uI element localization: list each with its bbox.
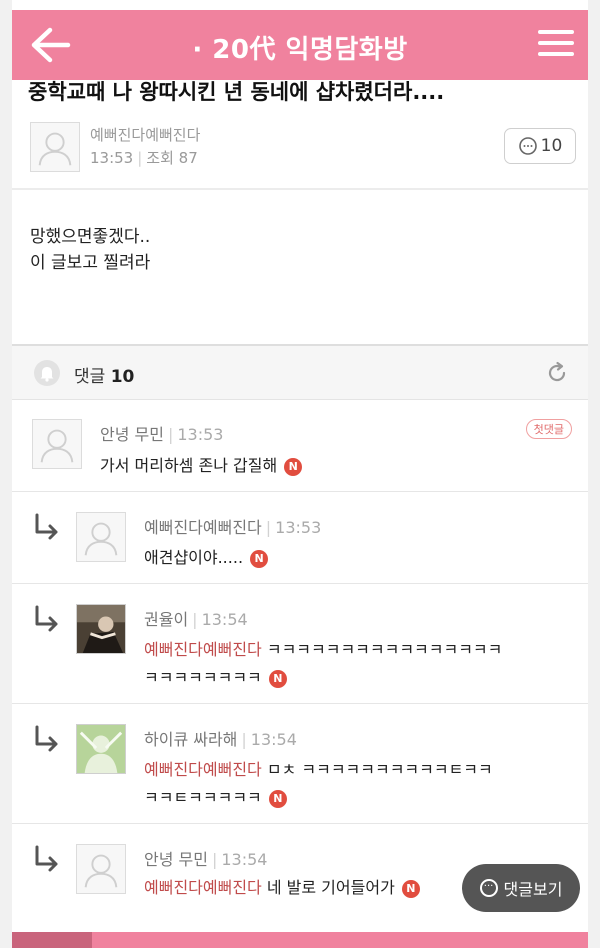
comment-body: ㅋㅋㅌㅋㅋㅋㅋㅋ <box>144 788 262 807</box>
comment-bubble-icon <box>518 137 537 155</box>
view-comments-button[interactable]: ··· 댓글보기 <box>462 864 580 912</box>
app-screen: · 20代 익명담화방 중학교때 나 왕따시킨 년 동네에 샵차렸더라.... … <box>12 0 588 948</box>
commenter-name[interactable]: 권율이 <box>144 610 188 629</box>
post-time: 13:53 <box>90 149 134 167</box>
reply-item: 예뻐진다예뻐진다 | 13:53 애견샵이야..... N <box>12 491 588 584</box>
new-badge: N <box>250 549 269 568</box>
reply-arrow-icon <box>35 845 58 872</box>
commenter-avatar[interactable] <box>32 419 82 469</box>
meta-separator: | <box>241 730 247 749</box>
meta-separator: | <box>192 610 198 629</box>
comment-line: ㅋㅋㅋㅋㅋㅋㅋㅋ N <box>144 664 502 692</box>
meta-separator: | <box>137 149 143 167</box>
comment-body: ㅋㅋㅋㅋㅋㅋㅋㅋㅋㅋㅋㅋㅋㅋㅋㅋ <box>261 640 503 659</box>
comment-text: 예뻐진다예뻐진다 ㅋㅋㅋㅋㅋㅋㅋㅋㅋㅋㅋㅋㅋㅋㅋㅋ ㅋㅋㅋㅋㅋㅋㅋㅋ N <box>144 636 502 692</box>
first-comment-badge: 첫댓글 <box>525 419 572 439</box>
meta-separator: | <box>265 518 272 537</box>
reply-arrow-icon <box>35 513 58 540</box>
reply-arrow-icon <box>35 725 58 752</box>
reply-item: 하이큐 싸라해 | 13:54 예뻐진다예뻐진다 ㅁㅊ ㅋㅋㅋㅋㅋㅋㅋㅋㅋㅋㅌㅋㅋ … <box>12 703 588 824</box>
comment-body: 네 발로 기어들어가 <box>261 878 395 897</box>
bottom-bar-segment <box>12 932 92 948</box>
comment-time: 13:54 <box>221 850 268 869</box>
default-avatar-icon <box>84 522 118 556</box>
comment-time: 13:53 <box>275 518 322 537</box>
default-avatar-icon <box>38 132 72 166</box>
bottom-bar <box>12 932 588 948</box>
comment-count-button[interactable]: 10 <box>504 128 576 164</box>
refresh-icon[interactable] <box>544 360 570 386</box>
commenter-name[interactable]: 안녕 무민 <box>144 850 208 869</box>
meta-separator: | <box>211 850 218 869</box>
comment-item: 안녕 무민 | 13:53 첫댓글 가서 머리하셈 존나 갑질해 N <box>12 401 588 491</box>
hamburger-menu-icon[interactable] <box>538 26 574 62</box>
commenter-name[interactable]: 하이큐 싸라해 <box>144 730 237 749</box>
comment-text: 예뻐진다예뻐진다 네 발로 기어들어가 N <box>144 874 420 902</box>
board-title: · 20代 익명담화방 <box>192 35 408 65</box>
comment-meta: 안녕 무민 | 13:53 <box>100 421 223 445</box>
comment-body: ㅁㅊ ㅋㅋㅋㅋㅋㅋㅋㅋㅋㅋㅌㅋㅋ <box>261 760 493 779</box>
comment-meta: 예뻐진다예뻐진다 | 13:53 <box>144 514 321 538</box>
comment-line: ㅋㅋㅌㅋㅋㅋㅋㅋ N <box>144 784 493 812</box>
new-badge: N <box>268 669 287 688</box>
comment-time: 13:54 <box>250 730 297 749</box>
commenter-photo-avatar[interactable] <box>76 724 126 774</box>
reply-arrow-icon <box>35 605 58 632</box>
mention-tag[interactable]: 예뻐진다예뻐진다 <box>144 878 262 897</box>
app-header: · 20代 익명담화방 <box>12 10 588 80</box>
commenter-name[interactable]: 예뻐진다예뻐진다 <box>144 518 262 537</box>
new-badge: N <box>401 879 420 898</box>
comment-meta: 하이큐 싸라해 | 13:54 <box>144 726 297 750</box>
commenter-name[interactable]: 안녕 무민 <box>100 425 164 444</box>
new-badge: N <box>268 789 287 808</box>
comment-body: 애견샵이야..... <box>144 548 244 567</box>
comment-time: 13:54 <box>201 610 248 629</box>
comments-header: 댓글 10 <box>12 344 588 400</box>
mention-tag[interactable]: 예뻐진다예뻐진다 <box>144 640 262 659</box>
comment-meta: 권율이 | 13:54 <box>144 606 248 630</box>
default-avatar-icon <box>84 854 118 888</box>
comments-label-text: 댓글 <box>74 367 106 387</box>
post-meta: 13:53 | 조회 87 <box>90 147 198 168</box>
new-badge: N <box>284 457 303 476</box>
bell-icon[interactable] <box>34 360 60 386</box>
post-title: 중학교때 나 왕따시킨 년 동네에 샵차렸더라.... <box>28 80 445 104</box>
commenter-photo-avatar[interactable] <box>76 604 126 654</box>
meta-separator: | <box>167 425 174 444</box>
comment-count: 10 <box>540 136 563 156</box>
comment-body: ㅋㅋㅋㅋㅋㅋㅋㅋ <box>144 668 262 687</box>
comment-line: 예뻐진다예뻐진다 ㅁㅊ ㅋㅋㅋㅋㅋㅋㅋㅋㅋㅋㅌㅋㅋ <box>144 756 493 784</box>
default-avatar-icon <box>40 429 74 463</box>
comments-total: 10 <box>110 367 135 387</box>
mention-tag[interactable]: 예뻐진다예뻐진다 <box>144 760 262 779</box>
comments-label: 댓글 10 <box>74 362 134 387</box>
reply-item: 권율이 | 13:54 예뻐진다예뻐진다 ㅋㅋㅋㅋㅋㅋㅋㅋㅋㅋㅋㅋㅋㅋㅋㅋ ㅋㅋㅋㅋ… <box>12 583 588 704</box>
comment-text: 가서 머리하셈 존나 갑질해 N <box>100 452 303 480</box>
comment-time: 13:53 <box>177 425 224 444</box>
view-comments-label: 댓글보기 <box>503 880 563 899</box>
comment-text: 예뻐진다예뻐진다 ㅁㅊ ㅋㅋㅋㅋㅋㅋㅋㅋㅋㅋㅌㅋㅋ ㅋㅋㅌㅋㅋㅋㅋㅋ N <box>144 756 493 812</box>
post-divider <box>12 188 588 190</box>
comment-bubble-icon: ··· <box>479 879 498 897</box>
profile-photo <box>77 725 125 773</box>
commenter-avatar[interactable] <box>76 512 126 562</box>
comment-line: 예뻐진다예뻐진다 ㅋㅋㅋㅋㅋㅋㅋㅋㅋㅋㅋㅋㅋㅋㅋㅋ <box>144 636 502 664</box>
post-author[interactable]: 예뻐진다예뻐진다 <box>90 124 200 145</box>
post-views: 조회 87 <box>146 149 198 167</box>
profile-photo <box>77 605 125 653</box>
post-body-line: 이 글보고 찔려라 <box>30 253 151 273</box>
author-avatar[interactable] <box>30 122 80 172</box>
commenter-avatar[interactable] <box>76 844 126 894</box>
post-body: 망했으면좋겠다.. 이 글보고 찔려라 <box>30 224 150 276</box>
comment-text: 애견샵이야..... N <box>144 544 269 572</box>
comment-body: 가서 머리하셈 존나 갑질해 <box>100 456 278 475</box>
comment-meta: 안녕 무민 | 13:54 <box>144 846 267 870</box>
post-body-line: 망했으면좋겠다.. <box>30 227 151 247</box>
